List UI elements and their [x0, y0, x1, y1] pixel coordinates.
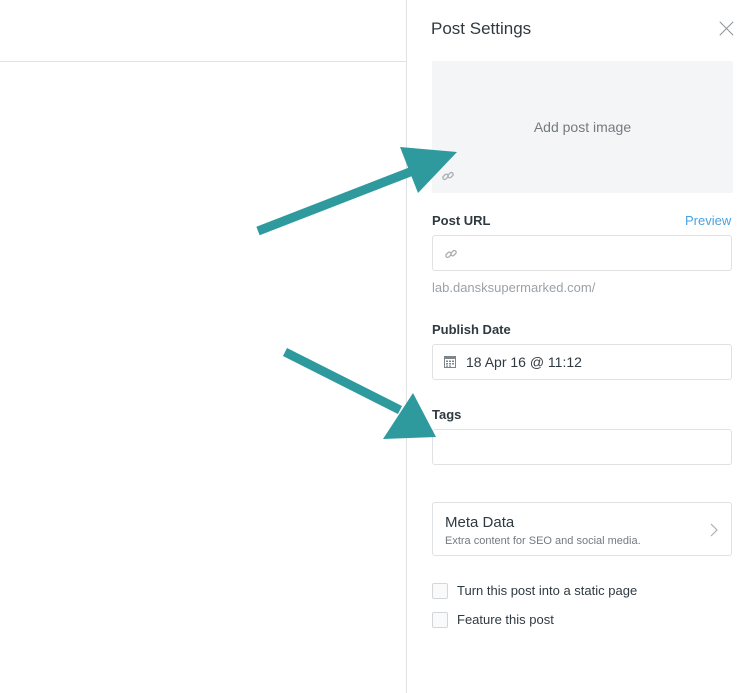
link-icon	[445, 249, 457, 259]
link-icon[interactable]	[441, 169, 455, 183]
add-post-image-label: Add post image	[533, 119, 632, 135]
post-url-input[interactable]	[432, 235, 732, 271]
post-url-label: Post URL	[432, 213, 491, 228]
meta-data-button[interactable]: Meta Data Extra content for SEO and soci…	[432, 502, 732, 556]
preview-link[interactable]: Preview	[685, 213, 731, 228]
publish-date-input[interactable]: 18 Apr 16 @ 11:12	[432, 344, 732, 380]
static-page-checkbox[interactable]	[432, 583, 448, 599]
editor-topbar	[0, 0, 406, 62]
panel-title: Post Settings	[431, 19, 532, 38]
calendar-icon	[444, 356, 456, 368]
post-url-hint: lab.dansksupermarked.com/	[432, 280, 596, 295]
tags-label: Tags	[432, 407, 462, 422]
tags-input[interactable]	[432, 429, 732, 465]
feature-post-checkbox[interactable]	[432, 612, 448, 628]
chevron-right-icon	[710, 523, 718, 537]
meta-data-subtitle: Extra content for SEO and social media.	[445, 535, 641, 547]
post-settings-panel: Post Settings Add post image Post URL Pr…	[406, 0, 756, 693]
publish-date-value: 18 Apr 16 @ 11:12	[466, 354, 582, 370]
meta-data-title: Meta Data	[445, 514, 515, 531]
feature-post-label: Feature this post	[457, 612, 554, 627]
static-page-label: Turn this post into a static page	[457, 583, 638, 598]
publish-date-label: Publish Date	[432, 322, 511, 337]
add-post-image-dropzone[interactable]: Add post image	[432, 61, 733, 193]
editor-area	[0, 0, 406, 693]
close-icon[interactable]	[719, 21, 734, 36]
